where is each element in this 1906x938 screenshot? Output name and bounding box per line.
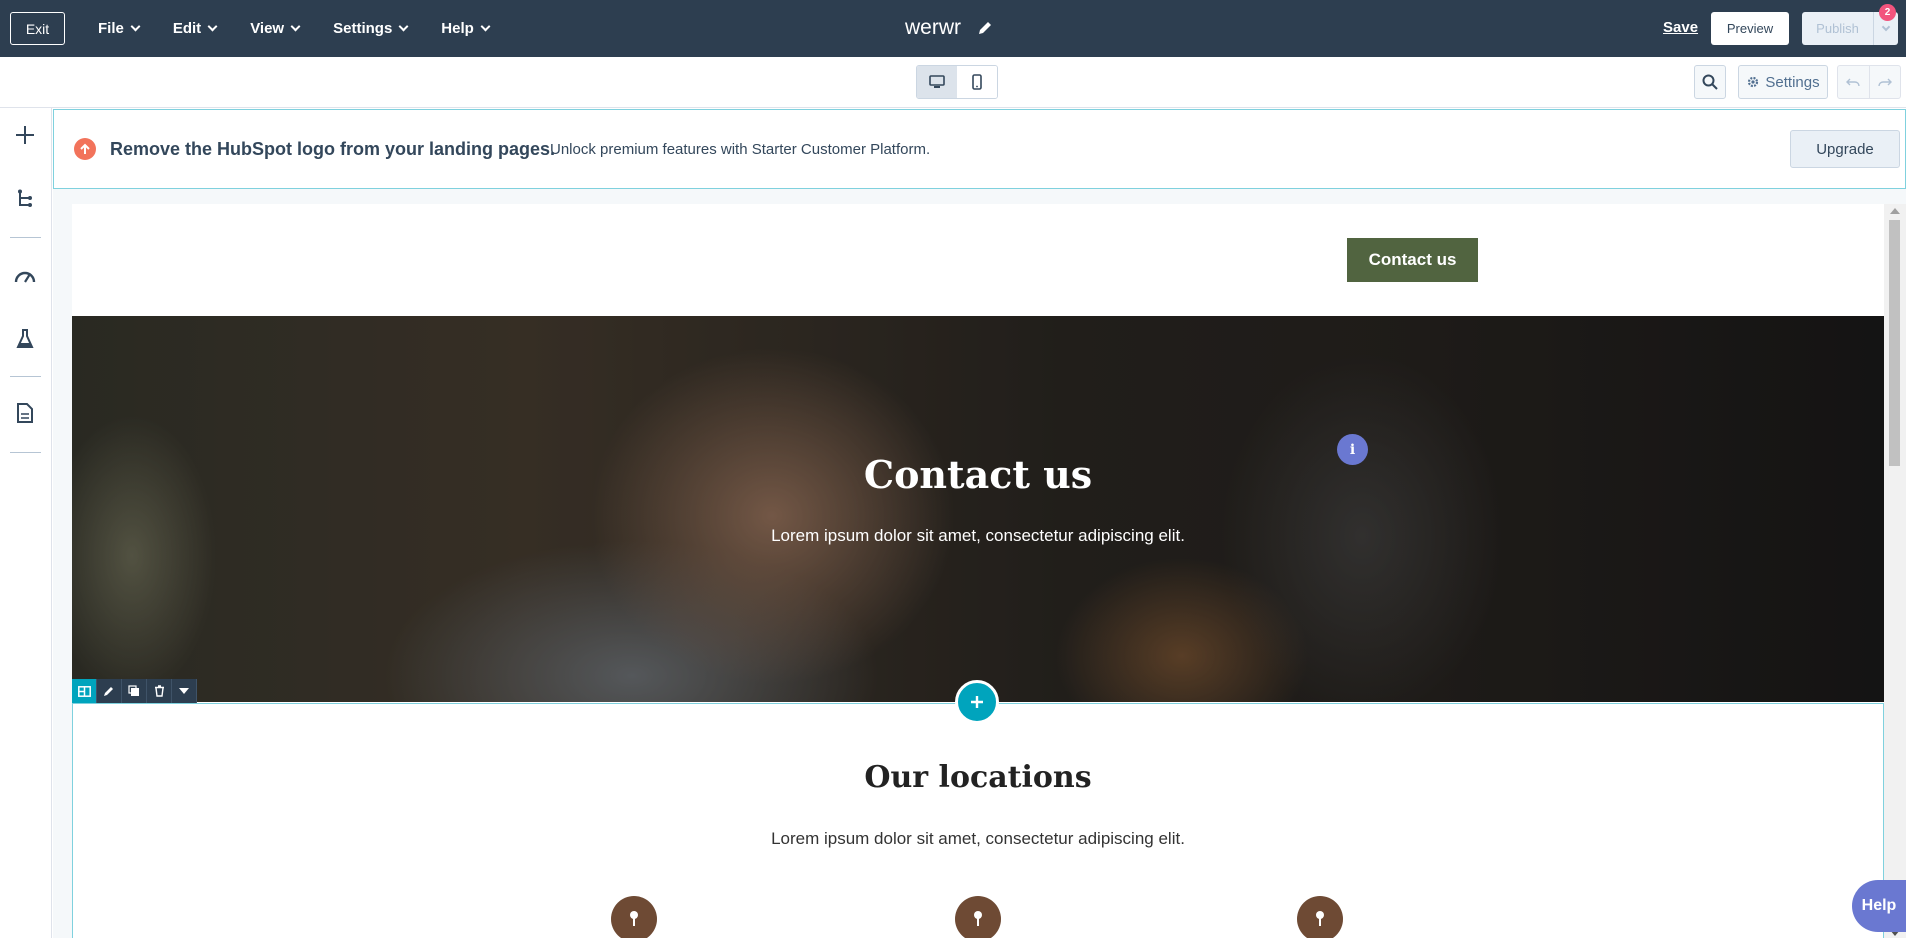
chevron-down-icon: [130, 21, 141, 32]
hero-subtitle[interactable]: Lorem ipsum dolor sit amet, consectetur …: [72, 526, 1884, 546]
header-contact-button[interactable]: Contact us: [1347, 238, 1478, 282]
section-subtitle[interactable]: Lorem ipsum dolor sit amet, consectetur …: [72, 829, 1884, 849]
banner-title: Remove the HubSpot logo from your landin…: [110, 139, 556, 159]
section-more-button[interactable]: [172, 679, 197, 703]
redo-button[interactable]: [1868, 66, 1900, 98]
clone-icon: [128, 685, 139, 696]
section-clone-button[interactable]: [122, 679, 147, 703]
mobile-icon: [972, 74, 982, 90]
search-icon: [1702, 74, 1718, 90]
section-edit-button[interactable]: [97, 679, 122, 703]
chevron-down-icon: [1881, 22, 1891, 31]
save-button[interactable]: Save: [1663, 19, 1698, 36]
hero-section[interactable]: Contact us Lorem ipsum dolor sit amet, c…: [72, 316, 1884, 702]
menu-view[interactable]: View: [250, 20, 301, 37]
banner-text: Unlock premium features with Starter Cus…: [550, 141, 931, 158]
chevron-down-icon: [398, 21, 409, 32]
settings-label: Settings: [1765, 73, 1820, 91]
pencil-icon: [104, 687, 113, 696]
scroll-up-arrow-icon[interactable]: [1890, 208, 1900, 214]
canvas-scrollbar[interactable]: [1884, 204, 1906, 938]
hero-overlay: [72, 316, 1884, 702]
sidebar-divider: [10, 376, 41, 377]
menu-view-label: View: [250, 20, 285, 37]
page-title-text: werwr: [905, 16, 961, 39]
undo-button[interactable]: [1838, 66, 1869, 98]
device-toggle: [916, 65, 998, 99]
section-layout-button[interactable]: [72, 679, 97, 703]
desktop-view-button[interactable]: [917, 66, 957, 98]
layers-tree-icon[interactable]: [12, 186, 38, 212]
gear-icon: [1748, 76, 1759, 88]
mobile-view-button[interactable]: [957, 66, 997, 98]
page-document-icon[interactable]: [12, 400, 38, 426]
chevron-down-icon: [290, 21, 301, 32]
sidebar-divider: [10, 452, 41, 453]
upgrade-arrow-icon: [74, 138, 96, 160]
publish-label: Publish: [1816, 21, 1859, 36]
menu-edit[interactable]: Edit: [172, 20, 218, 37]
optimize-gauge-icon[interactable]: [12, 263, 38, 289]
add-icon[interactable]: [12, 122, 38, 148]
settings-button[interactable]: Settings: [1738, 65, 1828, 99]
caret-down-icon: [179, 688, 189, 694]
hero-title[interactable]: Contact us: [72, 452, 1884, 497]
section-delete-button[interactable]: [147, 679, 172, 703]
exit-button[interactable]: Exit: [10, 12, 65, 45]
upgrade-button[interactable]: Upgrade: [1790, 130, 1900, 168]
chevron-down-icon: [207, 21, 218, 32]
test-flask-icon[interactable]: [12, 326, 38, 352]
scroll-thumb[interactable]: [1889, 220, 1900, 466]
left-sidebar: [0, 108, 52, 938]
editor-toolbar: Settings: [0, 57, 1906, 108]
trash-icon: [154, 685, 164, 697]
menu-bar: File Edit View Settings Help: [98, 0, 523, 57]
info-icon[interactable]: i: [1337, 434, 1368, 465]
pencil-icon[interactable]: [977, 20, 993, 36]
menu-file[interactable]: File: [98, 20, 141, 37]
menu-edit-label: Edit: [172, 20, 202, 37]
menu-help[interactable]: Help: [441, 20, 491, 37]
location-pin-icon: [611, 896, 657, 938]
help-button[interactable]: Help: [1852, 880, 1906, 932]
menu-help-label: Help: [441, 20, 474, 37]
location-pin-icon: [955, 896, 1001, 938]
sidebar-divider: [10, 237, 41, 238]
menu-settings-label: Settings: [333, 20, 393, 37]
location-pin-icon: [1297, 896, 1343, 938]
chevron-down-icon: [480, 21, 491, 32]
section-title[interactable]: Our locations: [72, 760, 1884, 795]
landing-page-preview: Contact us Contact us Lorem ipsum dolor …: [72, 204, 1884, 938]
menu-settings[interactable]: Settings: [333, 20, 409, 37]
layout-icon: [77, 685, 91, 697]
upgrade-banner: Remove the HubSpot logo from your landin…: [53, 109, 1906, 189]
add-section-button[interactable]: [955, 680, 999, 724]
redo-icon: [1878, 78, 1892, 87]
menu-file-label: File: [98, 20, 124, 37]
undo-icon: [1846, 78, 1861, 87]
editor-top-bar: Exit File Edit View Settings Help werwr …: [0, 0, 1906, 57]
search-button[interactable]: [1694, 65, 1726, 99]
preview-button[interactable]: Preview: [1711, 12, 1789, 45]
notification-badge[interactable]: 2: [1879, 4, 1896, 21]
plus-icon: [971, 696, 983, 708]
undo-redo-group: [1837, 65, 1901, 99]
section-toolbar: [72, 679, 197, 703]
desktop-icon: [929, 75, 945, 88]
page-title[interactable]: werwr: [905, 16, 993, 40]
